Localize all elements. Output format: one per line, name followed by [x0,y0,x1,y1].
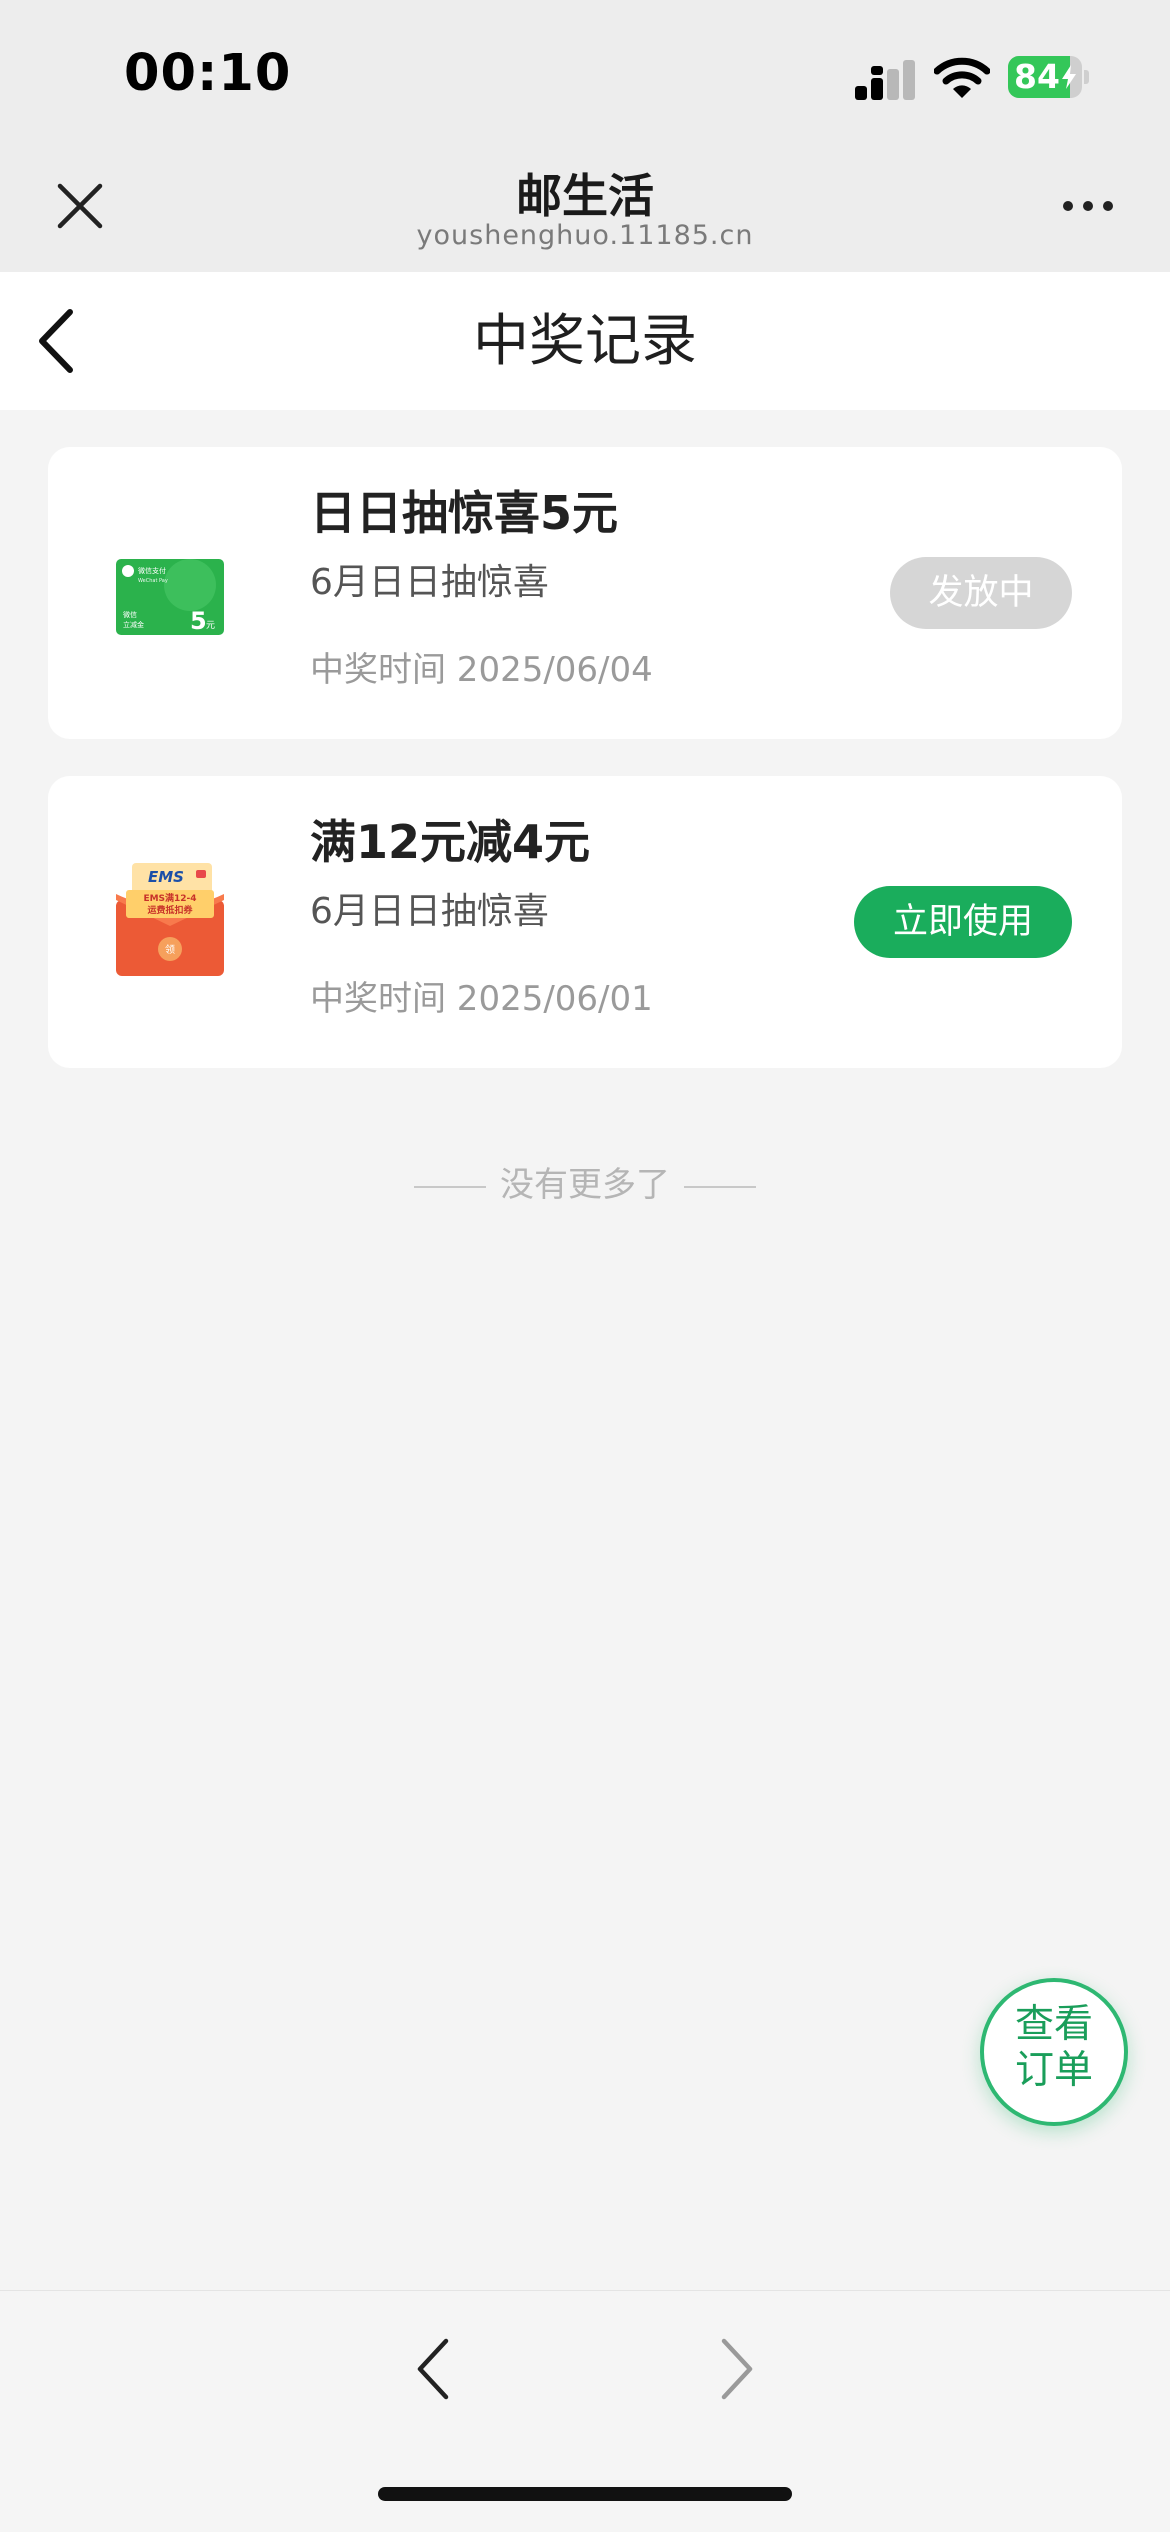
page-nav-bar: 中奖记录 [0,272,1170,410]
svg-text:元: 元 [206,621,215,631]
wechat-header: 00:10 84 邮生活 youshenghuo.11185.cn [0,0,1170,272]
svg-text:领: 领 [165,943,175,956]
svg-text:EMS: EMS [148,868,184,886]
no-more-text: 没有更多了 [500,1165,670,1205]
divider-line [684,1185,756,1188]
issuing-status-button[interactable]: 发放中 [890,557,1072,629]
charging-bolt-icon [1062,65,1076,89]
prize-title: 日日抽惊喜5元 [310,486,619,540]
view-orders-label-line2: 订单 [1014,2048,1093,2093]
page-title: 中奖记录 [473,309,697,374]
wechat-pay-coupon-icon: 微信支付 WeChat Pay 微信 立减金 5 元 [116,559,224,635]
svg-text:微信: 微信 [123,610,137,619]
home-indicator[interactable] [378,2487,792,2501]
view-orders-label-line1: 查看 [1014,2002,1093,2047]
prize-time: 中奖时间 2025/06/01 [310,979,653,1019]
wifi-icon [934,57,990,98]
svg-text:微信支付: 微信支付 [138,566,166,575]
view-orders-button[interactable]: 查看 订单 [980,1978,1128,2126]
prize-record-card: 微信支付 WeChat Pay 微信 立减金 5 元 日日抽惊喜5元 6月日日抽… [48,447,1122,739]
divider-line [414,1185,486,1188]
prize-title: 满12元减4元 [310,815,591,869]
prize-record-card: EMS EMS满12-4 运费抵扣券 领 满12元减4元 6月日日抽惊喜 中奖时… [48,776,1122,1068]
battery-icon: 84 [1008,56,1089,98]
prize-campaign: 6月日日抽惊喜 [310,562,549,603]
svg-text:运费抵扣券: 运费抵扣券 [147,904,193,916]
svg-text:立减金: 立减金 [123,620,144,629]
browser-toolbar [0,2290,1170,2532]
status-time: 00:10 [124,44,292,103]
page: 00:10 84 邮生活 youshenghuo.11185.cn 中奖记录 微… [0,0,1170,2532]
list-end-indicator: 没有更多了 [0,1160,1170,1210]
browser-forward-icon[interactable] [718,2335,758,2403]
browser-back-icon[interactable] [412,2335,452,2403]
prize-campaign: 6月日日抽惊喜 [310,891,549,932]
page-url: youshenghuo.11185.cn [416,220,754,251]
prize-time: 中奖时间 2025/06/04 [310,650,653,690]
svg-text:WeChat Pay: WeChat Pay [138,578,168,584]
mini-app-title: 邮生活 [516,169,654,223]
battery-percent: 84 [1014,57,1060,96]
ems-red-envelope-icon: EMS EMS满12-4 运费抵扣券 领 [116,863,224,976]
svg-text:EMS满12-4: EMS满12-4 [143,892,196,904]
use-now-button[interactable]: 立即使用 [854,886,1072,958]
cellular-signal-icon [855,60,915,100]
svg-text:5: 5 [190,607,207,635]
more-options-icon[interactable] [1060,196,1116,216]
